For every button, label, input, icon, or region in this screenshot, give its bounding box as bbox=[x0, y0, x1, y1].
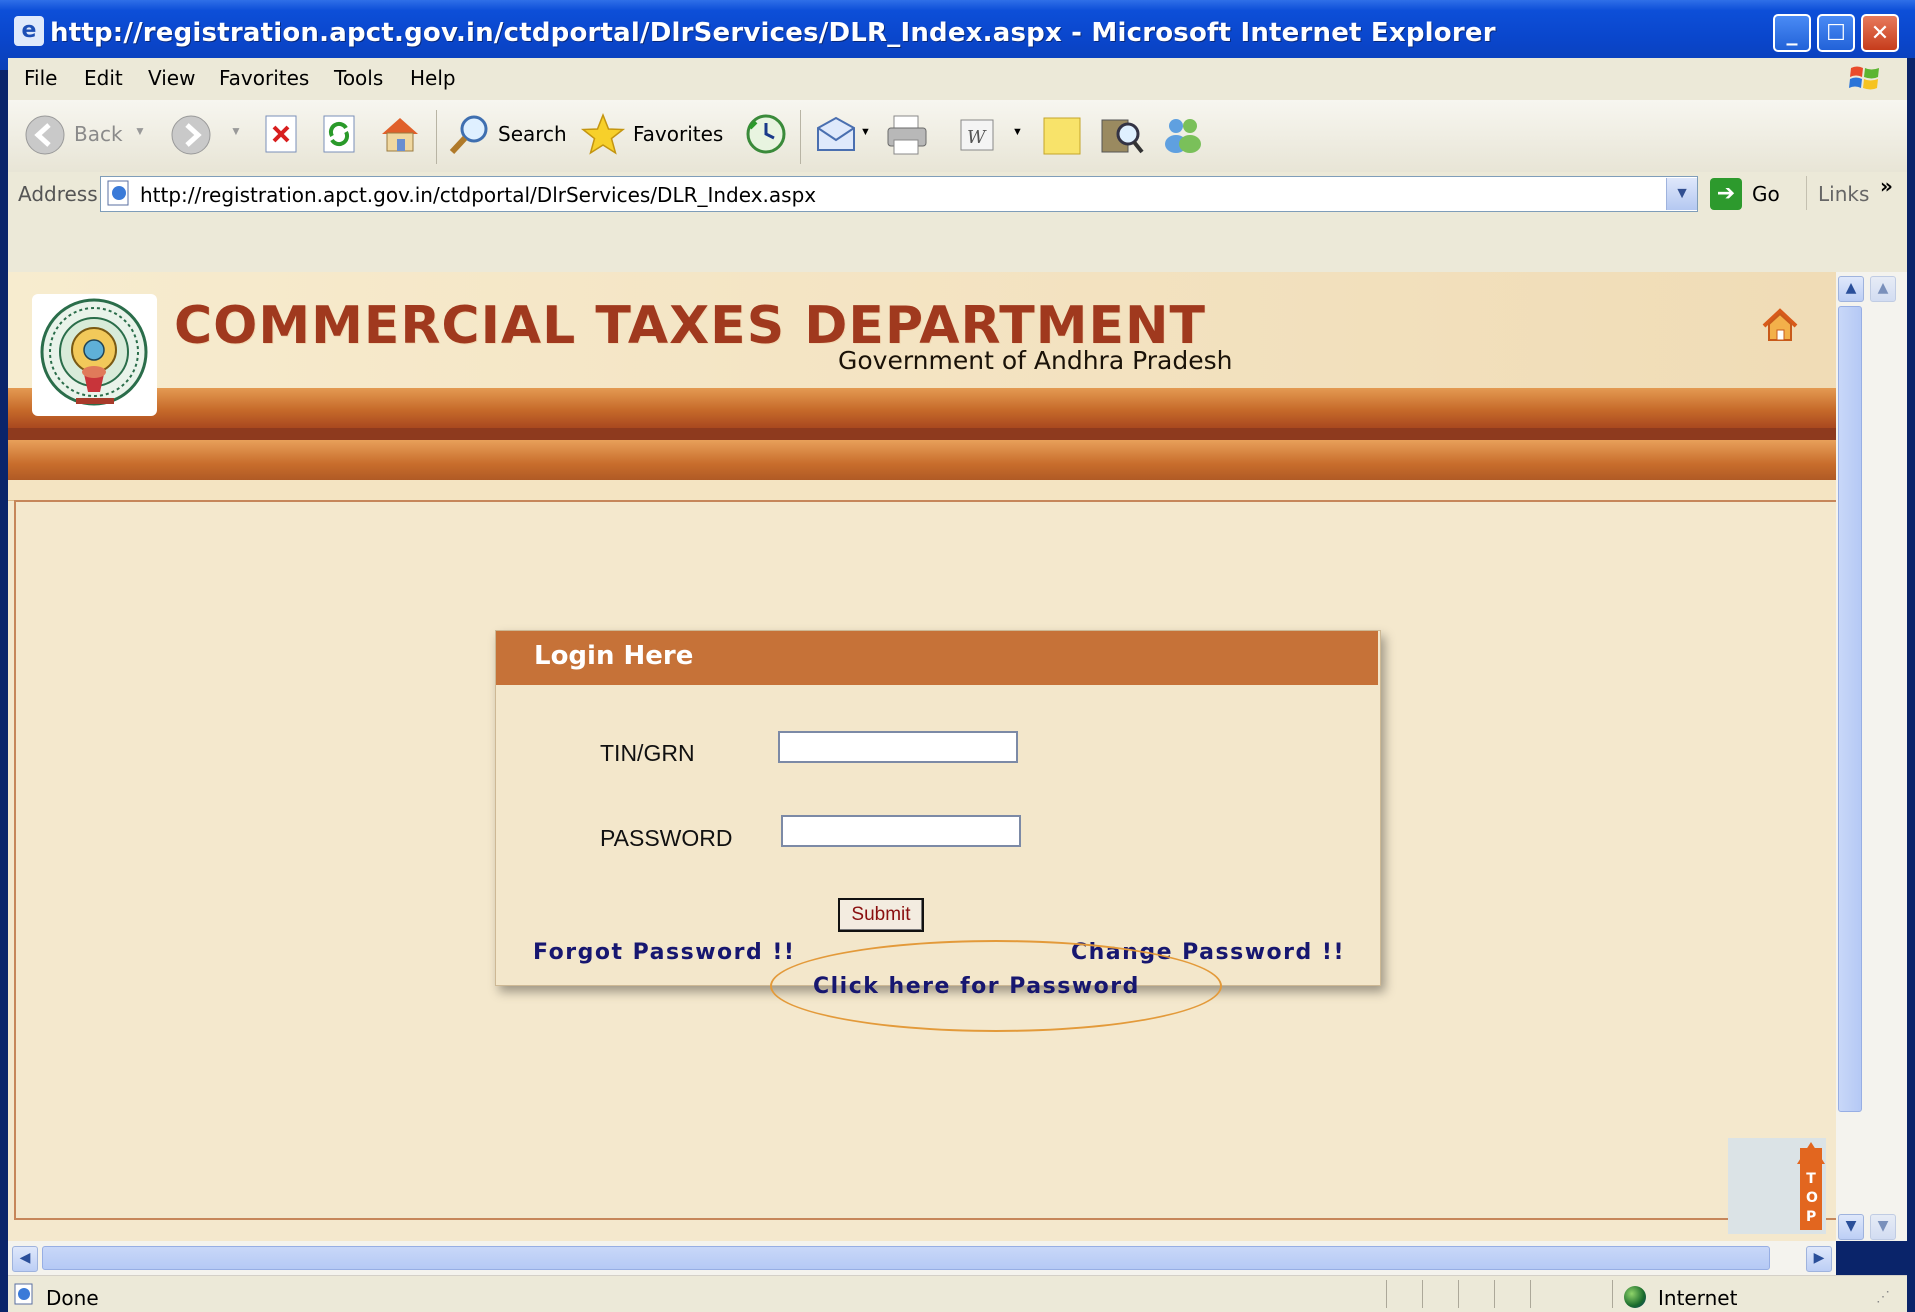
toolbar-separator bbox=[800, 110, 801, 164]
minimize-button[interactable]: _ bbox=[1773, 14, 1811, 52]
window-border bbox=[1907, 58, 1915, 1311]
edit-word-icon[interactable]: W bbox=[958, 116, 996, 154]
links-chevron-icon[interactable]: » bbox=[1880, 174, 1893, 198]
links-label[interactable]: Links bbox=[1818, 182, 1869, 206]
submit-button[interactable]: Submit bbox=[838, 898, 924, 932]
vertical-scroll-thumb[interactable] bbox=[1838, 306, 1862, 1112]
header-stripe-dark bbox=[8, 428, 1836, 440]
internet-globe-icon bbox=[1624, 1286, 1646, 1308]
svg-text:W: W bbox=[967, 127, 987, 148]
menu-file[interactable]: File bbox=[24, 66, 57, 90]
menu-edit[interactable]: Edit bbox=[84, 66, 123, 90]
address-separator bbox=[1806, 176, 1807, 210]
status-divider bbox=[1422, 1280, 1423, 1308]
note-icon[interactable] bbox=[1040, 114, 1084, 158]
toolbar-separator bbox=[436, 110, 437, 164]
search-icon[interactable] bbox=[446, 112, 492, 158]
go-button[interactable]: Go bbox=[1752, 182, 1780, 206]
window-title: http://registration.apct.gov.in/ctdporta… bbox=[50, 18, 1496, 48]
scroll-up-button[interactable]: ▲ bbox=[1838, 276, 1864, 302]
go-arrow-icon[interactable]: ➔ bbox=[1710, 178, 1742, 210]
nav-stripe-bottom bbox=[8, 480, 1836, 501]
back-icon[interactable] bbox=[24, 114, 66, 156]
password-label: PASSWORD bbox=[600, 825, 733, 851]
emblem-icon bbox=[40, 298, 148, 406]
address-url[interactable]: http://registration.apct.gov.in/ctdporta… bbox=[140, 183, 816, 207]
search-label[interactable]: Search bbox=[498, 122, 567, 146]
ie-page-icon: e bbox=[14, 16, 44, 46]
mail-dropdown-icon[interactable]: ▼ bbox=[860, 126, 871, 138]
edit-dropdown-icon[interactable]: ▼ bbox=[1012, 126, 1023, 138]
tin-label: TIN/GRN bbox=[600, 740, 695, 766]
scroll-to-top-button[interactable]: TOP bbox=[1800, 1148, 1822, 1230]
tin-input[interactable] bbox=[778, 731, 1018, 763]
page-icon bbox=[107, 180, 129, 206]
favorites-label[interactable]: Favorites bbox=[633, 122, 723, 146]
department-subtitle: Government of Andhra Pradesh bbox=[838, 346, 1233, 375]
maximize-button[interactable]: ☐ bbox=[1817, 14, 1855, 52]
back-label[interactable]: Back bbox=[74, 122, 123, 146]
menu-view[interactable]: View bbox=[148, 66, 195, 90]
address-dropdown-icon[interactable]: ▼ bbox=[1666, 178, 1697, 210]
login-title: Login Here bbox=[534, 641, 694, 671]
password-input[interactable] bbox=[781, 815, 1021, 847]
status-text: Done bbox=[46, 1286, 99, 1310]
forward-dropdown-icon[interactable]: ▼ bbox=[230, 124, 242, 138]
messenger-icon[interactable] bbox=[1160, 112, 1206, 158]
scroll-down-button-outer[interactable]: ▼ bbox=[1870, 1214, 1896, 1240]
status-divider bbox=[1458, 1280, 1459, 1308]
stop-icon[interactable] bbox=[264, 114, 300, 154]
menu-favorites[interactable]: Favorites bbox=[219, 66, 309, 90]
status-divider bbox=[1386, 1280, 1387, 1308]
mail-icon[interactable] bbox=[814, 114, 858, 154]
address-label: Address bbox=[18, 182, 98, 206]
horizontal-scroll-thumb[interactable] bbox=[42, 1246, 1770, 1270]
favorites-star-icon[interactable] bbox=[580, 112, 626, 158]
highlight-annotation-oval bbox=[770, 940, 1222, 1032]
history-icon[interactable] bbox=[744, 112, 788, 156]
zone-text: Internet bbox=[1658, 1286, 1738, 1310]
forgot-password-link[interactable]: Forgot Password !! bbox=[533, 940, 795, 965]
state-emblem-logo bbox=[32, 294, 157, 416]
status-divider bbox=[1494, 1280, 1495, 1308]
scroll-up-button-outer[interactable]: ▲ bbox=[1870, 276, 1896, 302]
resize-grip-icon[interactable]: ⋰ bbox=[1876, 1288, 1890, 1305]
home-icon[interactable] bbox=[1760, 306, 1800, 346]
close-button[interactable]: ✕ bbox=[1861, 14, 1899, 52]
back-dropdown-icon[interactable]: ▼ bbox=[134, 124, 146, 138]
top-letters: TOP bbox=[1806, 1171, 1818, 1225]
scroll-down-button[interactable]: ▼ bbox=[1838, 1214, 1864, 1240]
header-stripe bbox=[8, 388, 1836, 428]
scroll-left-button[interactable]: ◀ bbox=[12, 1246, 38, 1272]
toolbar-spacer bbox=[8, 220, 1907, 274]
print-icon[interactable] bbox=[884, 114, 930, 156]
nav-stripe bbox=[8, 440, 1836, 480]
menu-tools[interactable]: Tools bbox=[334, 66, 383, 90]
page-status-icon bbox=[14, 1283, 33, 1305]
windows-logo-icon bbox=[1849, 66, 1879, 90]
status-divider bbox=[1612, 1280, 1613, 1308]
status-bar bbox=[8, 1275, 1907, 1312]
scroll-right-button[interactable]: ▶ bbox=[1806, 1246, 1832, 1272]
research-icon[interactable] bbox=[1098, 112, 1144, 158]
forward-icon[interactable] bbox=[170, 114, 212, 156]
menu-help[interactable]: Help bbox=[410, 66, 456, 90]
refresh-icon[interactable] bbox=[322, 114, 358, 154]
home-toolbar-icon[interactable] bbox=[378, 112, 422, 156]
status-divider bbox=[1530, 1280, 1531, 1308]
